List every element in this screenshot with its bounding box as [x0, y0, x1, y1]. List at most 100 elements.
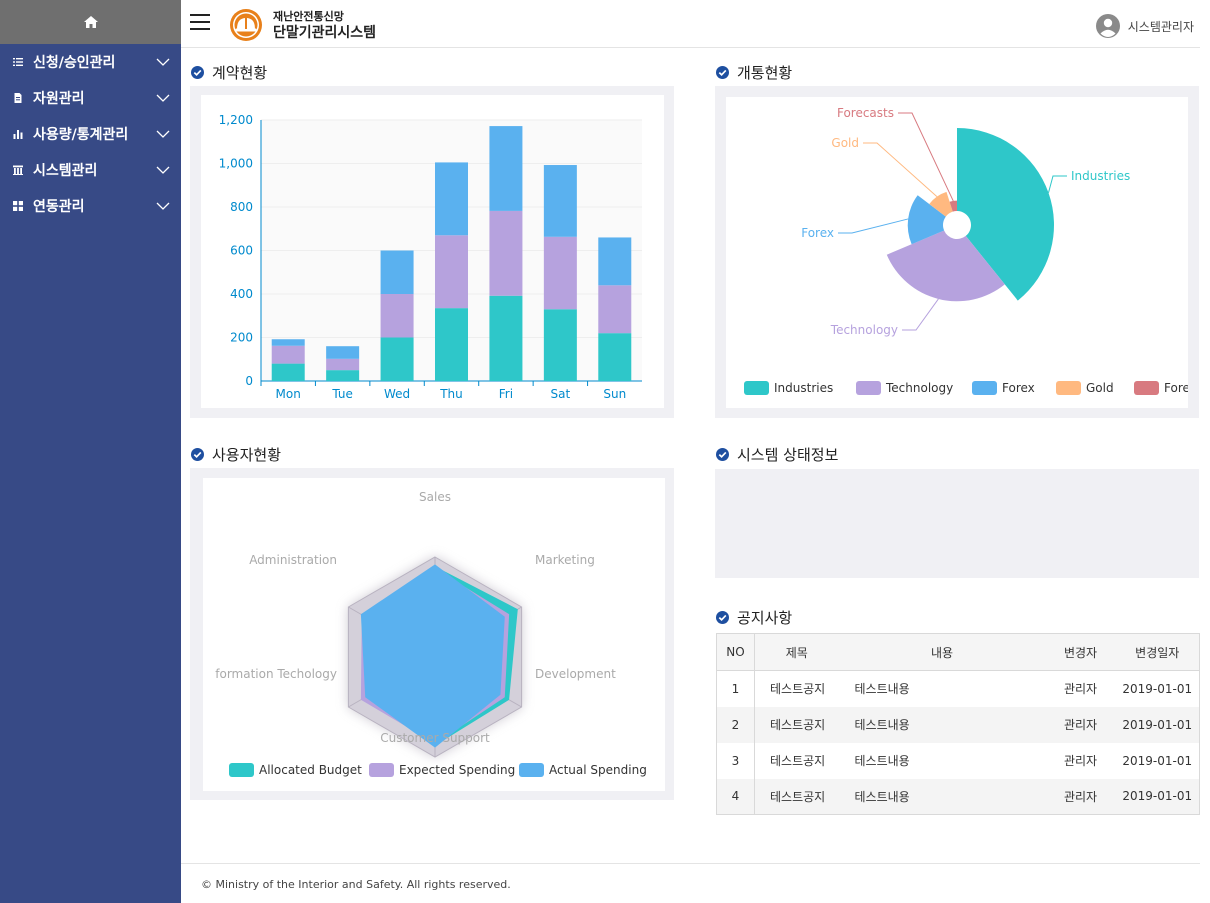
check-circle-icon	[716, 448, 729, 461]
users-radar-chart: Sales Marketing Development Customer Suppor…	[215, 490, 647, 777]
y-tick-label: 0	[245, 374, 253, 388]
bar-segment	[489, 295, 523, 381]
cell-author: 관리자	[1045, 706, 1116, 743]
table-row[interactable]: 4 테스트공지 테스트내용 관리자 2019-01-01	[716, 778, 1200, 815]
home-button[interactable]	[0, 0, 181, 44]
bar-segment	[543, 236, 577, 310]
bar-segment	[598, 285, 632, 334]
bar-segment	[271, 345, 305, 364]
radar-indicator-label: Customer Support	[380, 731, 490, 745]
bar-segment	[380, 250, 414, 294]
sidebar-item-resources[interactable]: 자원관리	[0, 80, 181, 116]
check-circle-icon	[716, 66, 729, 79]
bar-segment	[326, 370, 360, 381]
y-tick-label: 200	[230, 331, 253, 345]
cell-no: 3	[716, 742, 755, 779]
bar-segment	[489, 126, 523, 211]
label-leader-line	[863, 142, 938, 198]
cell-title[interactable]: 테스트공지	[754, 778, 839, 815]
cell-date: 2019-01-01	[1122, 681, 1193, 696]
sidebar-item-label: 시스템관리	[33, 163, 98, 179]
legend-label: Industries	[774, 381, 833, 395]
x-tick-label: Tue	[331, 387, 353, 401]
user-menu[interactable]: 시스템관리자	[1095, 14, 1194, 38]
users-panel: Sales Marketing Development Customer Suppor…	[190, 468, 674, 800]
check-circle-icon	[716, 611, 729, 624]
cell-date: 2019-01-01	[1115, 778, 1200, 815]
sidebar-item-label: 연동관리	[33, 199, 85, 215]
y-tick-label: 800	[230, 200, 253, 214]
bar-segment	[380, 294, 414, 338]
bar-segment	[543, 165, 577, 237]
bar-segment	[435, 162, 468, 236]
cell-author: 관리자	[1045, 778, 1116, 815]
footer: © Ministry of the Interior and Safety. A…	[181, 863, 1200, 903]
legend-label: Technology	[885, 381, 953, 395]
x-tick-label: Wed	[384, 387, 410, 401]
column-header-no[interactable]: NO	[716, 633, 755, 671]
table-header-row: NO 제목 내용 변경자 변경일자	[716, 633, 1200, 671]
chevron-down-icon	[156, 202, 170, 210]
sidebar-item-label: 신청/승인관리	[33, 55, 116, 71]
cell-content: 테스트내용	[838, 778, 1046, 815]
activation-pie-chart: IndustriesTechnologyForexGoldForecastsIn…	[744, 106, 1210, 395]
table-row[interactable]: 2 테스트공지 테스트내용 관리자 2019-01-01	[716, 706, 1200, 743]
y-tick-label: 1,000	[219, 157, 253, 171]
label-leader-line	[1048, 175, 1067, 193]
legend-swatch	[744, 381, 769, 395]
slice-label: Gold	[831, 136, 859, 150]
table-row[interactable]: 3 테스트공지 테스트내용 관리자 2019-01-01	[716, 742, 1200, 779]
label-leader-line	[838, 218, 909, 234]
cell-title[interactable]: 테스트공지	[754, 706, 839, 743]
sidebar-item-integration[interactable]: 연동관리	[0, 188, 181, 224]
chevron-down-icon	[156, 94, 170, 102]
legend-label: Forex	[1002, 381, 1035, 395]
legend-label: Expected Spending	[399, 763, 515, 777]
table-row[interactable]: 1 테스트공지 테스트내용 관리자 2019-01-01	[716, 670, 1200, 707]
x-tick-label: Fri	[499, 387, 513, 401]
bar-segment	[543, 309, 577, 381]
legend-swatch	[856, 381, 881, 395]
sidebar: 신청/승인관리 자원관리 사용량/통계관리 시스템관리 연동관리	[0, 0, 181, 903]
user-avatar-icon	[1095, 14, 1120, 38]
hamburger-menu-icon[interactable]	[190, 14, 210, 32]
section-title-activation: 개통현황	[716, 62, 792, 83]
brand-title: 단말기관리시스템	[273, 25, 377, 41]
copyright-text: © Ministry of the Interior and Safety. A…	[201, 878, 511, 891]
cell-no: 2	[716, 706, 755, 743]
cell-title[interactable]: 테스트공지	[755, 671, 839, 707]
legend-swatch	[519, 763, 544, 777]
label-leader-line	[902, 298, 939, 331]
y-tick-label: 1,200	[219, 113, 253, 127]
label-leader-line	[898, 112, 954, 202]
cell-content: 테스트내용	[854, 754, 910, 768]
sidebar-item-label: 사용량/통계관리	[33, 127, 129, 143]
slice-label: Technology	[830, 323, 898, 337]
column-header-content[interactable]: 내용	[838, 633, 1046, 671]
bar-chart-icon	[12, 128, 24, 140]
bar-segment	[326, 358, 360, 371]
cell-no: 1	[716, 670, 755, 707]
check-circle-icon	[191, 448, 204, 461]
column-header-date[interactable]: 변경일자	[1115, 633, 1200, 671]
y-tick-label: 400	[230, 287, 253, 301]
sidebar-item-usage-stats[interactable]: 사용량/통계관리	[0, 116, 181, 152]
cell-title[interactable]: 테스트공지	[755, 743, 839, 779]
radar-indicator-label: Marketing	[535, 553, 595, 567]
section-title-notices: 공지사항	[716, 607, 792, 628]
bar-segment	[271, 363, 305, 381]
legend-swatch	[1056, 381, 1081, 395]
x-tick-label: Sat	[551, 387, 571, 401]
radar-indicator-label: Sales	[419, 490, 451, 504]
chevron-down-icon	[156, 166, 170, 174]
bar-segment	[489, 210, 523, 296]
column-header-author[interactable]: 변경자	[1045, 633, 1116, 671]
sidebar-item-system[interactable]: 시스템관리	[0, 152, 181, 188]
cell-date: 2019-01-01	[1115, 706, 1200, 743]
radar-indicator-label: formation Techology	[215, 667, 337, 681]
bar-segment	[598, 237, 632, 286]
sidebar-item-application[interactable]: 신청/승인관리	[0, 44, 181, 80]
column-header-title[interactable]: 제목	[754, 633, 839, 671]
safety-helmet-logo	[230, 9, 262, 41]
user-name: 시스템관리자	[1127, 19, 1194, 34]
